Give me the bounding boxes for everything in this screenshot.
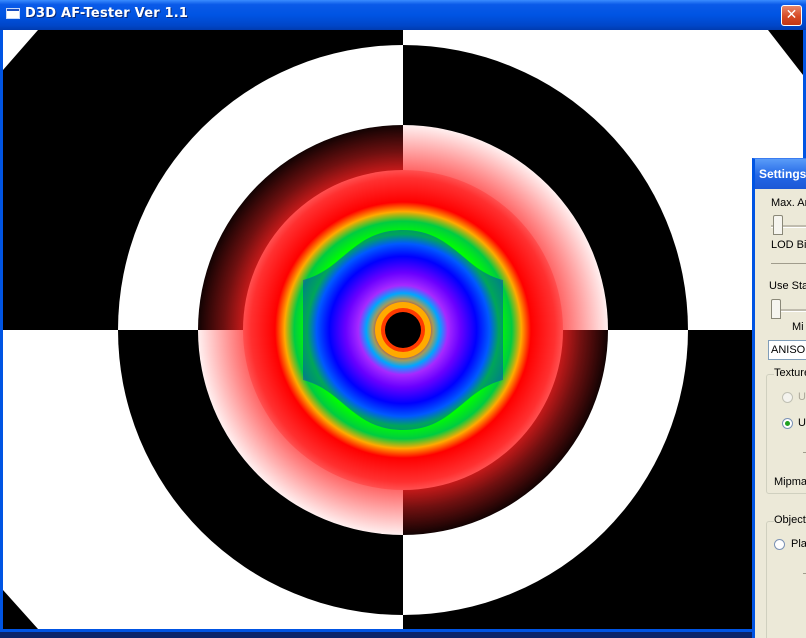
center-dot: [385, 312, 421, 348]
max-aniso-slider[interactable]: [773, 215, 783, 235]
texture-radio-1[interactable]: [782, 392, 793, 403]
object-radio-plane-label: Plar: [791, 538, 806, 550]
object-radio-plane[interactable]: [774, 539, 785, 550]
settings-panel: Settings Max. Ar LOD Bi Use Sta Mi ANISO…: [752, 158, 806, 638]
af-test-render: [3, 30, 803, 629]
app-window: D3D AF-Tester Ver 1.1 ✕: [0, 0, 806, 632]
min-filter-dropdown[interactable]: ANISO: [768, 340, 806, 360]
separator: [771, 263, 806, 264]
settings-title-bar[interactable]: Settings: [755, 159, 806, 189]
min-filter-label: Mi: [792, 321, 804, 333]
window-title: D3D AF-Tester Ver 1.1: [25, 6, 189, 21]
use-stage-label: Use Sta: [769, 280, 806, 292]
texture-radio-2-label: U: [798, 417, 806, 429]
max-aniso-label: Max. Ar: [771, 197, 806, 209]
mipmap-label: Mipmap: [774, 476, 806, 488]
object-group-label: Object: [774, 514, 806, 526]
lod-bias-label: LOD Bi: [771, 239, 806, 251]
window-icon: [6, 8, 20, 19]
settings-title: Settings: [759, 167, 806, 181]
close-button[interactable]: ✕: [781, 5, 802, 26]
render-viewport: [3, 30, 803, 629]
use-stage-slider[interactable]: [771, 299, 781, 319]
texture-radio-2[interactable]: [782, 418, 793, 429]
texture-group-label: Texture: [774, 367, 806, 379]
texture-radio-1-label: U: [798, 391, 806, 403]
title-bar[interactable]: D3D AF-Tester Ver 1.1 ✕: [0, 0, 806, 30]
